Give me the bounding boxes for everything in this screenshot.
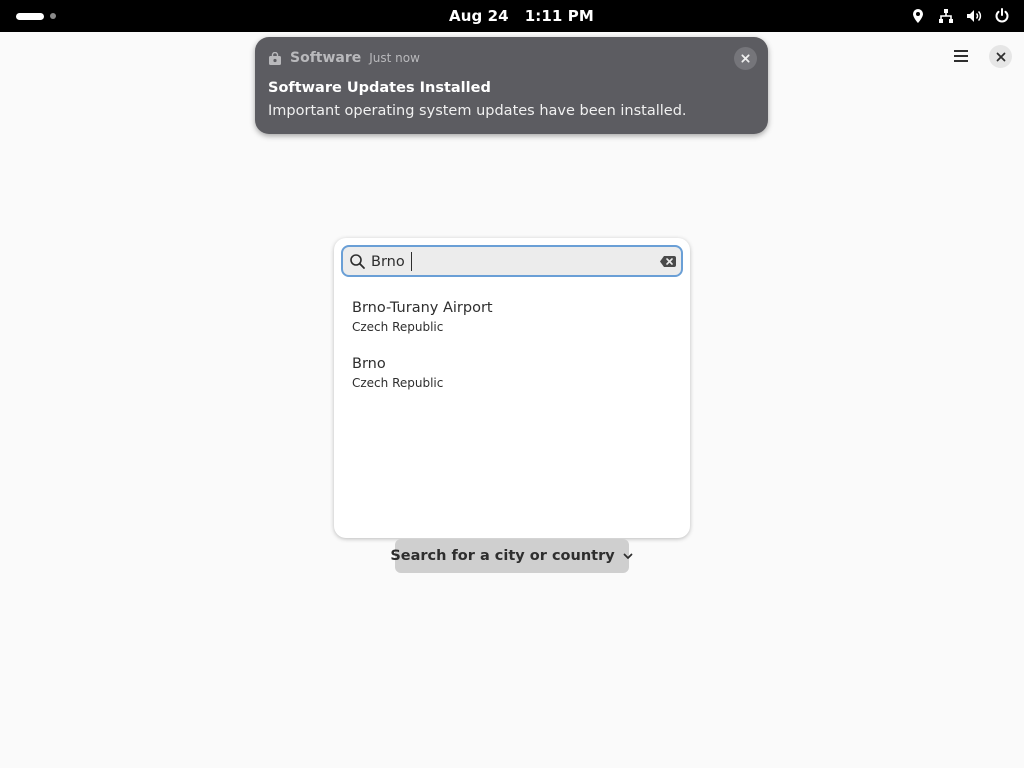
- result-country: Czech Republic: [352, 320, 444, 334]
- chevron-down-icon: [622, 550, 634, 562]
- software-bag-icon: [268, 51, 282, 65]
- list-item[interactable]: Brno-Turany Airport Czech Republic: [352, 300, 672, 334]
- text-cursor: [411, 252, 412, 271]
- close-icon: [741, 54, 750, 63]
- search-location-button[interactable]: Search for a city or country: [390, 539, 633, 573]
- notification-time: Just now: [369, 51, 420, 65]
- notification-banner[interactable]: Software Just now Software Updates Insta…: [255, 37, 768, 134]
- result-city: Brno-Turany Airport: [352, 300, 493, 316]
- notification-body: Important operating system updates have …: [268, 103, 687, 119]
- system-tray[interactable]: [910, 7, 1010, 25]
- search-icon: [349, 253, 366, 270]
- list-item[interactable]: Brno Czech Republic: [352, 356, 672, 390]
- notification-title: Software Updates Installed: [268, 80, 491, 96]
- close-icon: [996, 52, 1005, 61]
- clear-search-icon[interactable]: [659, 254, 677, 269]
- main-menu-button[interactable]: [948, 44, 974, 68]
- power-icon: [994, 8, 1010, 24]
- notification-header: Software Just now: [268, 50, 420, 66]
- location-icon: [910, 8, 926, 24]
- search-entry[interactable]: [341, 245, 683, 277]
- location-search-popover: Brno-Turany Airport Czech Republic Brno …: [334, 238, 690, 538]
- result-city: Brno: [352, 356, 386, 372]
- clock-time: 1:11 PM: [524, 7, 594, 25]
- notification-close-button[interactable]: [734, 47, 757, 70]
- hamburger-menu-icon: [954, 50, 968, 62]
- window-close-button[interactable]: [989, 45, 1012, 68]
- clock[interactable]: Aug 24 1:11 PM: [449, 7, 594, 25]
- search-input[interactable]: [371, 251, 651, 273]
- top-bar: Aug 24 1:11 PM: [0, 0, 1024, 32]
- workspace-indicator-inactive[interactable]: [50, 13, 56, 19]
- result-country: Czech Republic: [352, 376, 444, 390]
- volume-icon: [966, 8, 982, 24]
- network-icon: [938, 8, 954, 24]
- search-location-label: Search for a city or country: [390, 548, 615, 564]
- workspace-indicator-active[interactable]: [16, 13, 44, 20]
- notification-app-name: Software: [290, 50, 362, 66]
- clock-date: Aug 24: [449, 7, 509, 25]
